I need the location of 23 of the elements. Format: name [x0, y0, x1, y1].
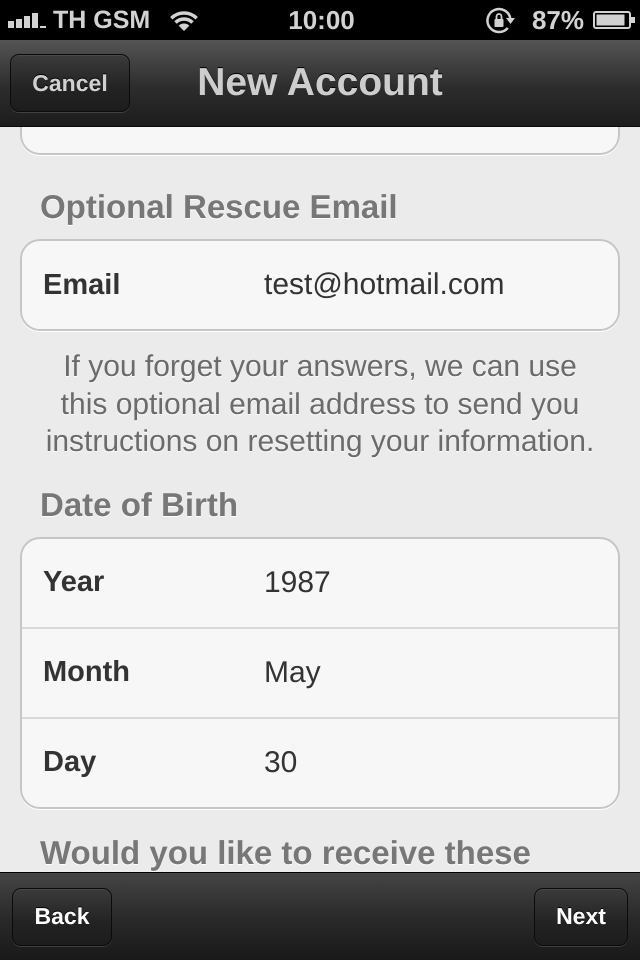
input-field[interactable]: 1987: [264, 538, 618, 626]
nav-title: New Account: [197, 60, 443, 106]
input-field[interactable]: 30: [264, 718, 618, 806]
help-text: If you forget your answers, we can use this optional email address to send you instructions on resetting your information.: [44, 349, 596, 460]
field-label: Email: [42, 268, 122, 302]
battery-percent: 87%: [532, 5, 584, 35]
status-time: 10:00: [288, 5, 355, 35]
signal-icon: [8, 12, 46, 28]
next-button[interactable]: Next: [534, 888, 628, 946]
battery-icon: [593, 11, 635, 29]
field-label: Month: [42, 655, 131, 690]
section-heading: Date of Birth: [40, 486, 239, 522]
input-field[interactable]: May: [264, 628, 618, 716]
section-heading: Optional Rescue Email: [40, 189, 399, 225]
back-button[interactable]: Back: [12, 888, 112, 946]
wifi-icon: [169, 8, 200, 32]
field-label: Year: [42, 565, 106, 600]
section-heading: Would you like to receive these: [40, 834, 532, 870]
field-label: Day: [42, 745, 98, 780]
carrier-name: TH GSM: [53, 5, 150, 35]
rotation-lock-icon: [484, 6, 518, 34]
input-field[interactable]: test@hotmail.com: [264, 241, 618, 329]
cancel-button[interactable]: Cancel: [10, 54, 130, 112]
